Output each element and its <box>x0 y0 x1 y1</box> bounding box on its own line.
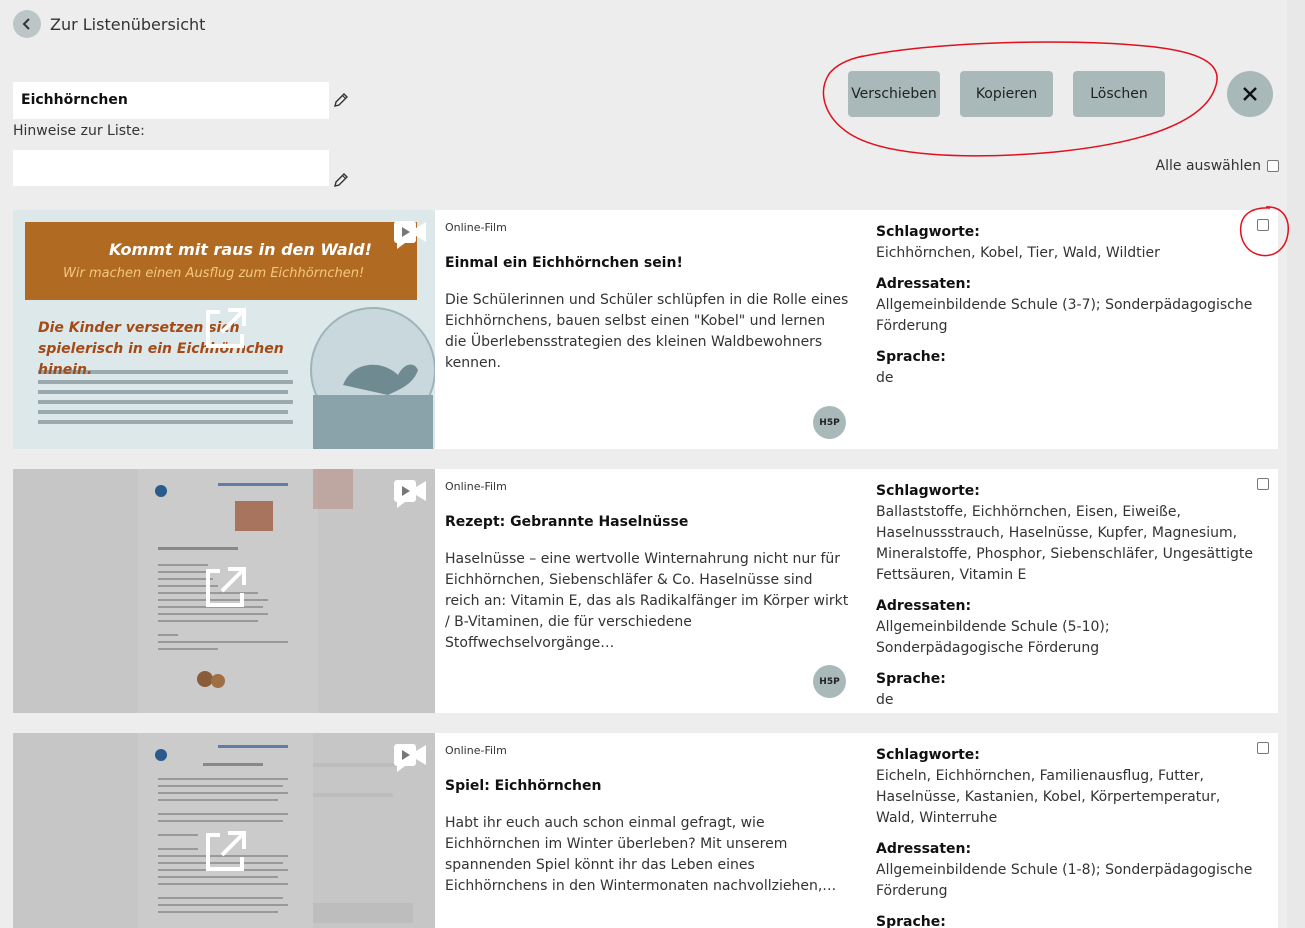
audience-label: Adressaten: <box>876 841 972 857</box>
audience-value: Allgemeinbildende Schule (1-8); Sonderpä… <box>876 862 1253 899</box>
list-item: Kommt mit raus in den Wald! Wir machen e… <box>13 210 1278 449</box>
video-camera-icon <box>394 221 426 249</box>
language-label: Sprache: <box>876 914 946 928</box>
list-notes-field[interactable] <box>13 150 329 186</box>
keywords-value: Ballaststoffe, Eichhörnchen, Eisen, Eiwe… <box>876 504 1253 583</box>
external-link-icon <box>206 831 246 871</box>
thumb-subline: Wir machen einen Ausflug zum Eichhörnche… <box>63 266 365 281</box>
notes-label: Hinweise zur Liste: <box>13 123 145 139</box>
item-type: Online-Film <box>445 744 507 757</box>
select-all-control[interactable]: Alle auswählen <box>1156 158 1279 174</box>
edit-name-pencil-icon[interactable] <box>332 91 350 109</box>
item-description: Haselnüsse – eine wertvolle Winternahrun… <box>445 551 849 651</box>
item-meta: Schlagworte: Eicheln, Eichhörnchen, Fami… <box>876 744 1261 928</box>
keywords-value: Eichhörnchen, Kobel, Tier, Wald, Wildtie… <box>876 245 1160 261</box>
keywords-label: Schlagworte: <box>876 747 980 763</box>
item-title[interactable]: Einmal ein Eichhörnchen sein! <box>445 255 683 271</box>
item-description: Die Schülerinnen und Schüler schlüpfen i… <box>445 292 849 371</box>
list-name-field[interactable]: Eichhörnchen <box>13 82 329 119</box>
thumb-headline: Kommt mit raus in den Wald! <box>109 240 372 259</box>
close-icon <box>1243 87 1257 101</box>
h5p-badge: H5P <box>813 665 846 698</box>
back-to-list-link[interactable]: Zur Listenübersicht <box>13 10 205 38</box>
close-button[interactable] <box>1227 71 1273 117</box>
item-type: Online-Film <box>445 480 507 493</box>
audience-value: Allgemeinbildende Schule (3-7); Sonderpä… <box>876 297 1253 334</box>
move-button[interactable]: Verschieben <box>848 71 940 117</box>
audience-label: Adressaten: <box>876 276 972 292</box>
video-camera-icon <box>394 744 426 772</box>
list-item: Online-Film Rezept: Gebrannte Haselnüsse… <box>13 469 1278 713</box>
edit-notes-pencil-icon[interactable] <box>332 171 350 189</box>
audience-label: Adressaten: <box>876 598 972 614</box>
item-thumbnail[interactable] <box>13 469 435 713</box>
item-checkbox[interactable] <box>1257 742 1269 754</box>
language-value: de <box>876 370 894 386</box>
item-checkbox[interactable] <box>1257 478 1269 490</box>
language-label: Sprache: <box>876 349 946 365</box>
chevron-left-icon <box>13 10 41 38</box>
back-label: Zur Listenübersicht <box>50 14 206 34</box>
keywords-label: Schlagworte: <box>876 483 980 499</box>
item-meta: Schlagworte: Ballaststoffe, Eichhörnchen… <box>876 480 1261 713</box>
video-camera-icon <box>394 480 426 508</box>
external-link-icon <box>206 567 246 607</box>
right-edge-panel <box>1287 0 1305 928</box>
item-title[interactable]: Spiel: Eichhörnchen <box>445 778 601 794</box>
item-thumbnail[interactable] <box>13 733 435 928</box>
language-label: Sprache: <box>876 671 946 687</box>
keywords-value: Eicheln, Eichhörnchen, Familienausflug, … <box>876 768 1221 826</box>
item-description: Habt ihr euch auch schon einmal gefragt,… <box>445 815 837 894</box>
list-item: Online-Film Spiel: Eichhörnchen Habt ihr… <box>13 733 1278 928</box>
external-link-icon <box>206 308 246 348</box>
copy-button[interactable]: Kopieren <box>960 71 1053 117</box>
delete-button[interactable]: Löschen <box>1073 71 1165 117</box>
keywords-label: Schlagworte: <box>876 224 980 240</box>
select-all-label: Alle auswählen <box>1155 158 1261 174</box>
thumb-lead: Die Kinder versetzen sich spielerisch in… <box>38 320 284 378</box>
language-value: de <box>876 692 894 708</box>
select-all-checkbox[interactable] <box>1267 160 1279 172</box>
item-type: Online-Film <box>445 221 507 234</box>
item-title[interactable]: Rezept: Gebrannte Haselnüsse <box>445 514 688 530</box>
h5p-badge: H5P <box>813 406 846 439</box>
item-checkbox[interactable] <box>1257 219 1269 231</box>
item-meta: Schlagworte: Eichhörnchen, Kobel, Tier, … <box>876 221 1261 399</box>
audience-value: Allgemeinbildende Schule (5-10); Sonderp… <box>876 619 1110 656</box>
item-thumbnail[interactable]: Kommt mit raus in den Wald! Wir machen e… <box>13 210 435 449</box>
